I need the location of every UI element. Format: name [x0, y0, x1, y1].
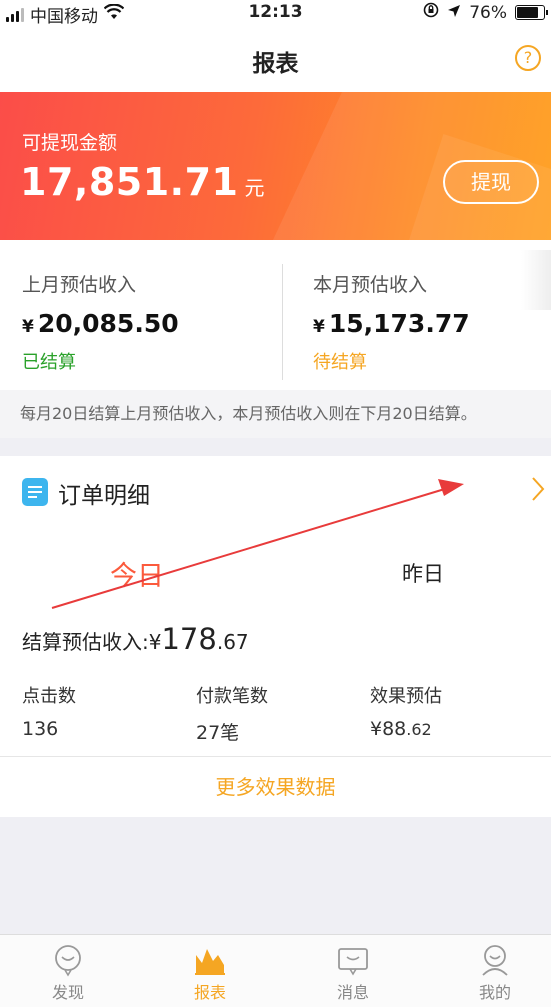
this-month-earnings: 本月预估收入 ¥15,173.77 待结算 [313, 270, 470, 374]
bottom-tab-bar: 发现 报表 消息 我的 [0, 934, 551, 1007]
order-details-row[interactable]: 订单明细 [0, 456, 551, 529]
tab-report[interactable]: 报表 [170, 943, 250, 1003]
nav-bar: 报表 ? [0, 26, 551, 92]
tab-report-label: 报表 [193, 983, 226, 1002]
tab-today[interactable]: 今日 [110, 554, 164, 593]
tab-messages[interactable]: 消息 [313, 943, 393, 1003]
profile-icon [455, 943, 535, 977]
tab-messages-label: 消息 [336, 983, 369, 1002]
this-month-value: ¥15,173.77 [313, 309, 470, 338]
this-month-status: 待结算 [313, 352, 367, 373]
order-summary: 今日 昨日 结算预估收入:¥178.67 点击数 136 付款笔数 27笔 效果… [0, 528, 551, 756]
settlement-note: 每月20日结算上月预估收入，本月预估收入则在下月20日结算。 [0, 390, 551, 438]
last-month-status: 已结算 [22, 352, 76, 373]
tab-yesterday[interactable]: 昨日 [402, 558, 444, 588]
this-month-label: 本月预估收入 [313, 274, 428, 296]
message-icon [313, 943, 393, 977]
status-bar: 中国移动 12:13 76% [0, 0, 551, 27]
location-icon [447, 3, 461, 23]
effect-estimate-stat: 效果预估 ¥88.62 [370, 682, 442, 740]
effect-estimate-value: ¥88.62 [370, 718, 442, 740]
settlement-label: 结算预估收入: [22, 630, 149, 654]
last-month-amount: 20,085.50 [37, 309, 179, 338]
withdrawable-label: 可提现金额 [22, 132, 118, 154]
battery-icon [515, 5, 548, 20]
tab-discover[interactable]: 发现 [28, 943, 108, 1003]
payments-stat: 付款笔数 27笔 [196, 682, 268, 745]
question-circle-icon[interactable]: ? [515, 45, 541, 71]
status-right: 76% [423, 2, 548, 23]
column-divider [282, 264, 283, 380]
amount-value: 17,851.71 [20, 160, 239, 204]
tab-profile[interactable]: 我的 [455, 943, 535, 1003]
report-chart-icon [170, 943, 250, 977]
battery-percent: 76% [469, 2, 507, 23]
settlement-integer: 178 [161, 622, 217, 656]
last-month-value: ¥20,085.50 [22, 309, 179, 338]
payments-label: 付款笔数 [196, 686, 268, 707]
currency-symbol: ¥ [148, 630, 162, 654]
last-month-label: 上月预估收入 [22, 274, 137, 296]
last-month-earnings: 上月预估收入 ¥20,085.50 已结算 [22, 270, 179, 374]
estimated-earnings: 上月预估收入 ¥20,085.50 已结算 本月预估收入 ¥15,173.77 … [0, 240, 551, 390]
clicks-label: 点击数 [22, 686, 76, 707]
this-month-amount: 15,173.77 [328, 309, 470, 338]
currency-symbol: ¥ [22, 317, 34, 337]
withdrawable-amount: 17,851.71 元 [20, 160, 265, 204]
settlement-decimal: .67 [216, 630, 249, 654]
clicks-stat: 点击数 136 [22, 682, 76, 740]
more-data-button[interactable]: 更多效果数据 [0, 756, 551, 817]
tab-profile-label: 我的 [478, 983, 511, 1002]
amount-unit: 元 [244, 176, 265, 200]
page-title: 报表 [252, 51, 299, 77]
effect-estimate-dec: .62 [406, 720, 432, 739]
clicks-value: 136 [22, 718, 59, 740]
lock-rotation-icon [423, 2, 439, 23]
effect-estimate-int: ¥88 [370, 718, 407, 740]
chevron-right-icon [531, 474, 545, 512]
tab-discover-label: 发现 [51, 983, 84, 1002]
order-details-title: 订单明细 [58, 483, 150, 509]
settlement-estimate: 结算预估收入:¥178.67 [22, 622, 249, 656]
withdraw-button[interactable]: 提现 [443, 160, 539, 204]
order-list-icon [22, 478, 48, 506]
currency-symbol: ¥ [313, 317, 325, 337]
effect-estimate-label: 效果预估 [370, 686, 442, 707]
withdrawable-banner: 可提现金额 17,851.71 元 提现 [0, 92, 551, 240]
scroll-edge-shadow [521, 250, 551, 310]
discover-icon [28, 943, 108, 977]
payments-value: 27笔 [196, 722, 240, 744]
